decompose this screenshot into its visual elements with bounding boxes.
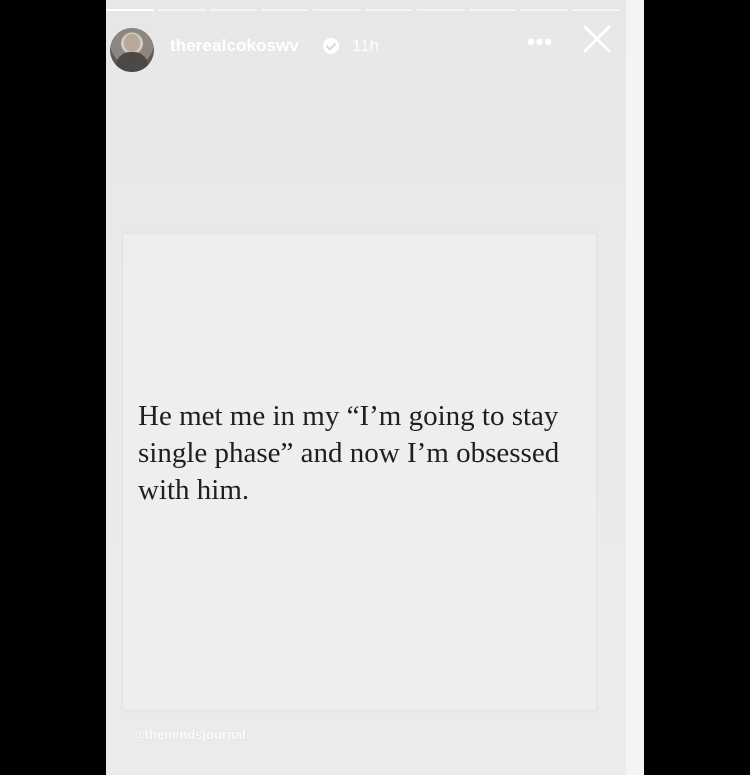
quote-card: He met me in my “I’m going to stay singl… [123,234,596,710]
avatar[interactable] [110,28,154,72]
story-viewer[interactable]: therealcokoswv 11h ••• He met me in my “… [106,0,626,775]
progress-segment [416,9,465,11]
progress-segment [468,9,517,11]
progress-segment [313,9,361,11]
timestamp: 11h [352,36,380,55]
progress-segment [364,9,413,11]
progress-segment [261,9,310,11]
verified-badge-icon [323,38,339,54]
more-horizontal-icon[interactable]: ••• [526,28,554,56]
progress-segment [157,9,206,11]
progress-segment [209,9,258,11]
watermark: @themindsjournal [132,727,246,742]
username[interactable]: therealcokoswv [170,36,299,56]
quote-text: He met me in my “I’m going to stay singl… [138,400,560,506]
avatar-body [116,52,148,72]
close-icon[interactable] [580,22,614,56]
story-header: therealcokoswv 11h ••• [106,22,626,72]
progress-segment [520,9,569,11]
progress-segment [106,9,154,11]
side-strip [626,0,644,775]
story-progress-bar [106,9,626,12]
avatar-head [124,34,140,52]
progress-segment [572,9,620,11]
